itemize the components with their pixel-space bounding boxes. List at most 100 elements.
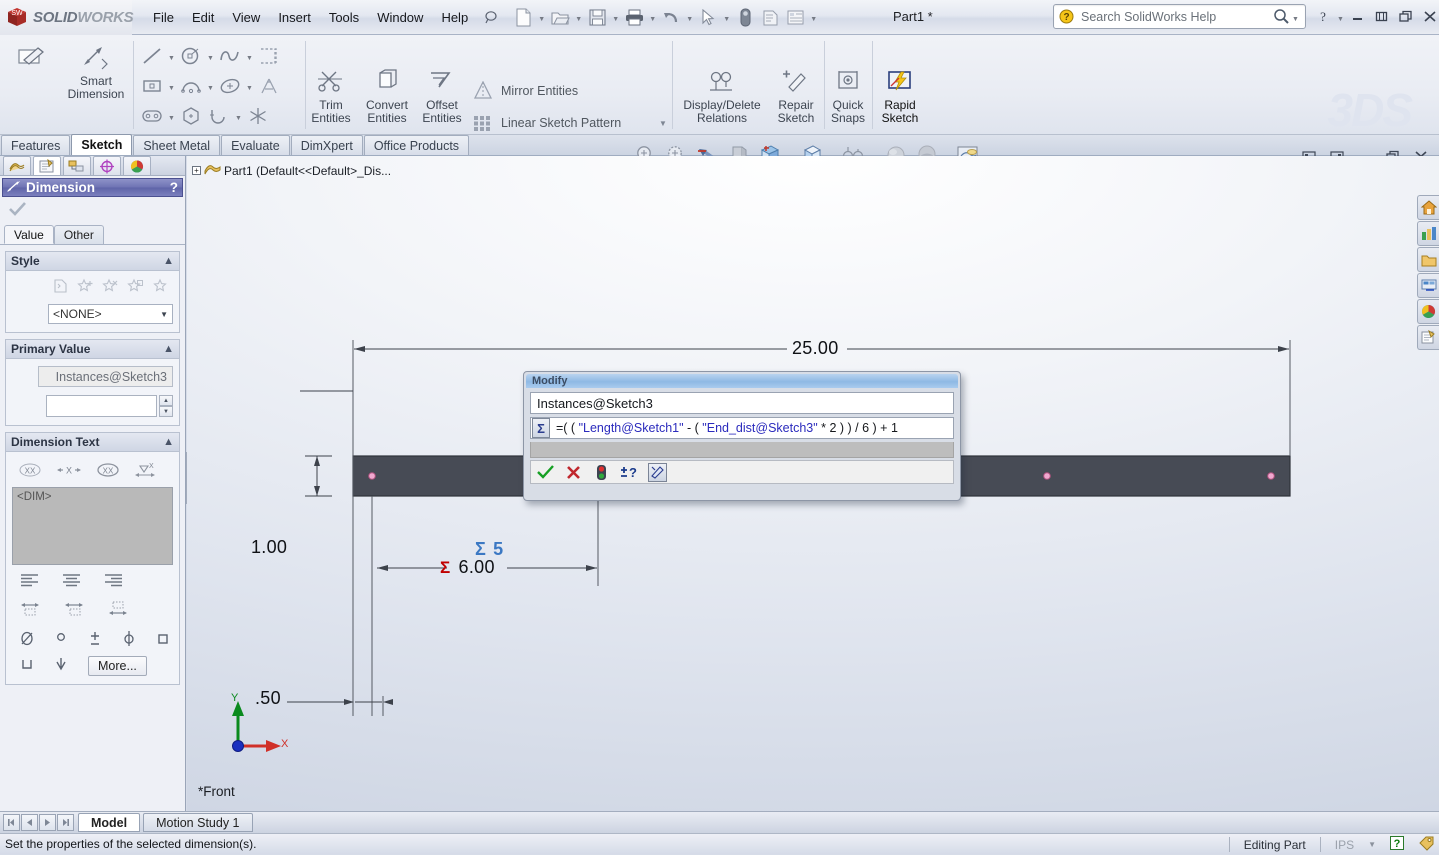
new-document-icon[interactable] — [511, 5, 535, 29]
menu-tools[interactable]: Tools — [320, 7, 368, 28]
menu-edit[interactable]: Edit — [183, 7, 223, 28]
dimension-spacing[interactable]: Σ 6.00 — [440, 557, 494, 578]
property-manager-help-button[interactable]: ? — [170, 180, 178, 195]
custom-properties-icon[interactable] — [1417, 325, 1439, 350]
line-caret-icon[interactable]: ▼ — [166, 44, 177, 68]
ellipse-caret-icon[interactable]: ▼ — [244, 74, 255, 98]
search-input[interactable]: ? Search SolidWorks Help ▼ — [1053, 4, 1306, 29]
inspection-icon[interactable]: XX — [96, 463, 120, 480]
save-icon[interactable] — [585, 5, 609, 29]
file-properties-icon[interactable] — [758, 5, 782, 29]
rectangle-caret-icon[interactable]: ▼ — [166, 74, 177, 98]
dimension-text-input[interactable]: <DIM> — [12, 487, 173, 565]
feature-manager-tab[interactable] — [3, 156, 31, 175]
first-icon[interactable] — [3, 814, 20, 831]
spline-icon[interactable] — [216, 42, 244, 70]
group-primary-value-header[interactable]: Primary Value ▲ — [6, 340, 179, 359]
menu-file[interactable]: File — [144, 7, 183, 28]
tag-icon[interactable] — [1418, 836, 1435, 854]
delete-style-icon[interactable] — [102, 278, 119, 297]
tab-other[interactable]: Other — [53, 225, 104, 244]
chevron-down-icon[interactable]: ▼ — [160, 310, 168, 319]
text-inline-icon[interactable] — [108, 600, 130, 621]
dimxpert-manager-tab[interactable] — [93, 156, 121, 175]
degree-symbol-icon[interactable] — [54, 630, 68, 650]
spline-caret-icon[interactable]: ▼ — [244, 44, 255, 68]
configuration-manager-tab[interactable] — [63, 156, 91, 175]
help-caret-icon[interactable]: ▼ — [1337, 9, 1344, 23]
slot-caret-icon[interactable]: ▼ — [166, 104, 177, 128]
tangent-arc-caret-icon[interactable]: ▼ — [233, 104, 244, 128]
close-icon[interactable] — [1420, 7, 1439, 25]
modify-dialog[interactable]: Modify Instances@Sketch3 Σ =( ( "Length@… — [523, 371, 961, 501]
text-above-icon[interactable] — [20, 600, 42, 621]
ribbon-rapid-sketch-button[interactable]: Rapid Sketch — [875, 65, 925, 125]
undo-icon[interactable] — [659, 5, 683, 29]
select-caret-icon[interactable]: ▼ — [721, 5, 732, 29]
point-icon[interactable] — [244, 102, 272, 130]
text-icon[interactable] — [255, 72, 283, 100]
dual-dimension-icon[interactable]: X — [56, 463, 82, 480]
open-document-caret-icon[interactable]: ▼ — [573, 5, 584, 29]
last-icon[interactable] — [57, 814, 74, 831]
tab-sketch[interactable]: Sketch — [71, 134, 133, 155]
select-icon[interactable] — [696, 5, 720, 29]
bottom-tab-motion-study[interactable]: Motion Study 1 — [143, 813, 253, 832]
maximize-icon[interactable] — [1396, 7, 1416, 25]
ribbon-display-delete-relations-button[interactable]: Display/Delete Relations — [677, 65, 767, 125]
minimize-icon[interactable] — [1348, 7, 1368, 25]
group-dimension-text-header[interactable]: Dimension Text ▲ — [6, 433, 179, 452]
diameter-symbol-icon[interactable] — [20, 630, 34, 650]
sketch-fillet-icon[interactable] — [255, 42, 283, 70]
load-style-icon[interactable] — [152, 278, 169, 297]
new-document-caret-icon[interactable]: ▼ — [536, 5, 547, 29]
solidworks-resources-home-icon[interactable] — [1417, 195, 1439, 220]
open-document-icon[interactable] — [548, 5, 572, 29]
arc-icon[interactable] — [177, 72, 205, 100]
magnifier-icon[interactable] — [1273, 8, 1290, 25]
polygon-icon[interactable] — [177, 102, 205, 130]
pushpin-icon[interactable] — [481, 8, 501, 26]
design-library-icon[interactable] — [1417, 221, 1439, 246]
tab-features[interactable]: Features — [1, 135, 71, 155]
tab-value[interactable]: Value — [4, 225, 54, 244]
previous-icon[interactable] — [21, 814, 38, 831]
align-right-icon[interactable] — [104, 573, 124, 592]
style-combo[interactable]: <NONE> ▼ — [48, 304, 173, 324]
equation-sigma-button[interactable]: Σ — [532, 418, 550, 438]
square-symbol-icon[interactable] — [156, 630, 170, 650]
undo-caret-icon[interactable]: ▼ — [684, 5, 695, 29]
menu-view[interactable]: View — [223, 7, 269, 28]
chevron-up-icon[interactable]: ▲ — [163, 436, 174, 448]
print-icon[interactable] — [622, 5, 646, 29]
slot-icon[interactable] — [138, 102, 166, 130]
search-caret-icon[interactable]: ▼ — [1290, 5, 1301, 29]
mark-for-drawing-icon[interactable] — [648, 462, 667, 482]
cancel-x-icon[interactable] — [564, 463, 583, 482]
modify-dimension-name-field[interactable]: Instances@Sketch3 — [530, 392, 954, 414]
circle-caret-icon[interactable]: ▼ — [205, 44, 216, 68]
ribbon-linear-sketch-pattern[interactable]: Linear Sketch Pattern — [472, 112, 621, 134]
display-manager-tab[interactable] — [123, 156, 151, 175]
tolerance-icon[interactable]: ? — [620, 463, 639, 482]
align-center-icon[interactable] — [62, 573, 82, 592]
checkmark-icon[interactable] — [8, 201, 27, 221]
property-manager-tab[interactable] — [33, 156, 61, 175]
group-style-header[interactable]: Style ▲ — [6, 252, 179, 271]
depth-symbol-icon[interactable] — [54, 656, 68, 676]
more-symbols-button[interactable]: More... — [88, 656, 147, 676]
accept-checkmark-icon[interactable] — [536, 463, 555, 482]
file-explorer-icon[interactable] — [1417, 247, 1439, 272]
counterbore-symbol-icon[interactable] — [20, 656, 34, 676]
ribbon-quick-snaps-button[interactable]: Quick Snaps — [826, 65, 870, 125]
add-style-icon[interactable] — [77, 278, 94, 297]
help-icon[interactable]: ? — [1313, 7, 1333, 25]
tolerance-icon[interactable]: XX — [18, 463, 42, 480]
line-icon[interactable] — [138, 42, 166, 70]
tangent-arc-icon[interactable] — [205, 102, 233, 130]
print-caret-icon[interactable]: ▼ — [647, 5, 658, 29]
plus-minus-symbol-icon[interactable] — [88, 630, 102, 650]
primary-value-name-field[interactable]: Instances@Sketch3 — [38, 366, 173, 387]
ribbon-repair-sketch-button[interactable]: Repair Sketch — [770, 65, 822, 125]
units-label[interactable]: IPS — [1335, 838, 1354, 852]
